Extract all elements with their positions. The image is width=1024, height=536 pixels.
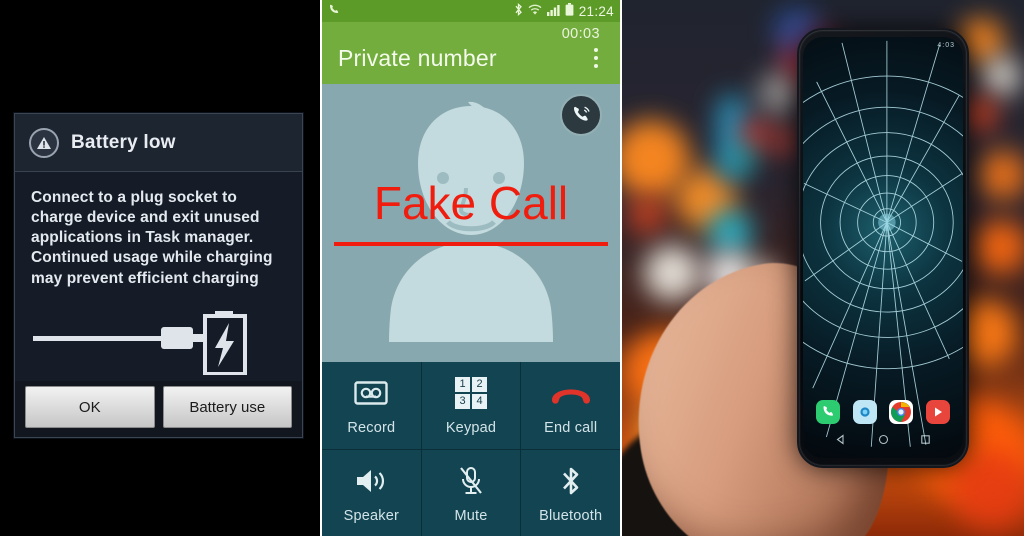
call-duration-timer: 00:03 xyxy=(561,26,600,42)
home-circle-icon[interactable] xyxy=(878,432,889,450)
fake-call-label: Fake Call xyxy=(373,177,569,229)
bluetooth-label: Bluetooth xyxy=(539,507,603,524)
mute-label: Mute xyxy=(454,507,488,524)
keypad-key-2: 2 xyxy=(472,377,487,392)
record-button[interactable]: Record xyxy=(322,362,421,449)
city-bokeh-background: 4:03 xyxy=(622,0,1024,536)
keypad-label: Keypad xyxy=(445,420,497,436)
end-call-icon xyxy=(549,375,593,411)
caller-avatar-area: Fake Call xyxy=(322,84,620,362)
record-label: Record xyxy=(347,420,396,436)
camera-icon[interactable] xyxy=(852,400,877,424)
ok-button[interactable]: OK xyxy=(25,386,155,428)
status-bar-clock: 21:24 xyxy=(578,3,614,19)
end-call-label: End call xyxy=(544,420,598,436)
mute-button[interactable]: Mute xyxy=(420,450,521,536)
fake-call-underline xyxy=(334,242,608,246)
call-action-buttons: Record 1 2 3 4 Keypad End call Speaker M… xyxy=(322,362,621,536)
dialog-title-bar: Battery low xyxy=(15,114,302,172)
fake-call-overlay: Fake Call xyxy=(322,177,620,246)
back-triangle-icon[interactable] xyxy=(835,432,846,450)
dialpad-icon: 1 2 3 4 xyxy=(455,375,487,411)
dialog-button-row: OK Battery use xyxy=(15,381,302,437)
phone-nav-bar xyxy=(803,432,963,450)
panel-cracked-phone-photo: 4:03 xyxy=(622,0,1024,536)
speaker-label: Speaker xyxy=(343,507,400,524)
recents-square-icon[interactable] xyxy=(920,432,931,450)
call-actions-row-1: Record 1 2 3 4 Keypad End call xyxy=(322,362,621,449)
battery-use-button[interactable]: Battery use xyxy=(162,386,292,428)
call-actions-row-2: Speaker Mute Bluetooth xyxy=(322,449,621,536)
screen-crack-pattern xyxy=(803,40,963,447)
dialog-title: Battery low xyxy=(71,131,176,153)
panel-fake-call: 21:24 00:03 Private number Fake Call Rec… xyxy=(320,0,622,536)
caller-name: Private number xyxy=(338,44,497,71)
keypad-key-3: 3 xyxy=(455,394,470,409)
keypad-button[interactable]: 1 2 3 4 Keypad xyxy=(420,362,521,449)
phone-icon[interactable] xyxy=(815,400,840,424)
bluetooth-icon xyxy=(560,463,582,499)
voice-recorder-icon xyxy=(354,375,389,411)
dialog-body: Connect to a plug socket to charge devic… xyxy=(15,172,302,381)
phone-dock xyxy=(803,400,963,424)
cracked-phone-device: 4:03 xyxy=(797,28,969,468)
status-bar: 21:24 xyxy=(322,0,620,22)
kebab-menu-icon[interactable] xyxy=(588,44,604,72)
mic-muted-icon xyxy=(457,463,485,499)
usb-cable-and-charging-battery-illustration xyxy=(15,303,302,376)
cracked-phone-screen: 4:03 xyxy=(803,37,963,458)
call-header: 00:03 Private number xyxy=(322,22,620,84)
signal-bars-icon xyxy=(546,4,560,19)
end-call-button[interactable]: End call xyxy=(520,362,621,449)
bluetooth-icon xyxy=(514,3,523,19)
keypad-key-1: 1 xyxy=(455,377,470,392)
wifi-icon xyxy=(528,4,542,19)
keypad-key-4: 4 xyxy=(472,394,487,409)
speaker-button[interactable]: Speaker xyxy=(322,450,421,536)
battery-low-dialog: Battery low Connect to a plug socket to … xyxy=(14,113,303,438)
dialog-message: Connect to a plug socket to charge devic… xyxy=(31,189,273,287)
speaker-icon xyxy=(354,463,388,499)
warning-triangle-icon xyxy=(29,127,59,158)
battery-icon xyxy=(565,3,574,19)
phone-handset-icon xyxy=(328,4,340,19)
panel-battery-low: Battery low Connect to a plug socket to … xyxy=(0,0,320,536)
bluetooth-button[interactable]: Bluetooth xyxy=(520,450,621,536)
phone-screen-clock: 4:03 xyxy=(937,42,955,49)
chrome-icon[interactable] xyxy=(889,400,914,424)
play-store-icon[interactable] xyxy=(926,400,951,424)
three-panel-collage: Battery low Connect to a plug socket to … xyxy=(0,0,1024,536)
